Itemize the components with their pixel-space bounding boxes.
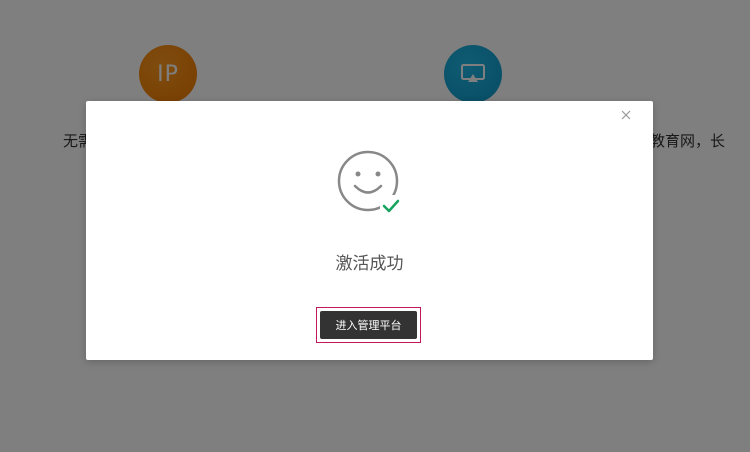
success-message: 激活成功 <box>335 254 404 274</box>
smiley-check-icon <box>337 150 402 215</box>
page: IP 无需 支持教育网，长 激活成功 进入管理平台 <box>0 0 750 452</box>
close-icon[interactable] <box>619 107 633 121</box>
enter-button-highlight: 进入管理平台 <box>316 307 421 343</box>
activation-success-dialog: 激活成功 进入管理平台 <box>86 101 653 360</box>
enter-management-platform-button[interactable]: 进入管理平台 <box>320 311 417 339</box>
